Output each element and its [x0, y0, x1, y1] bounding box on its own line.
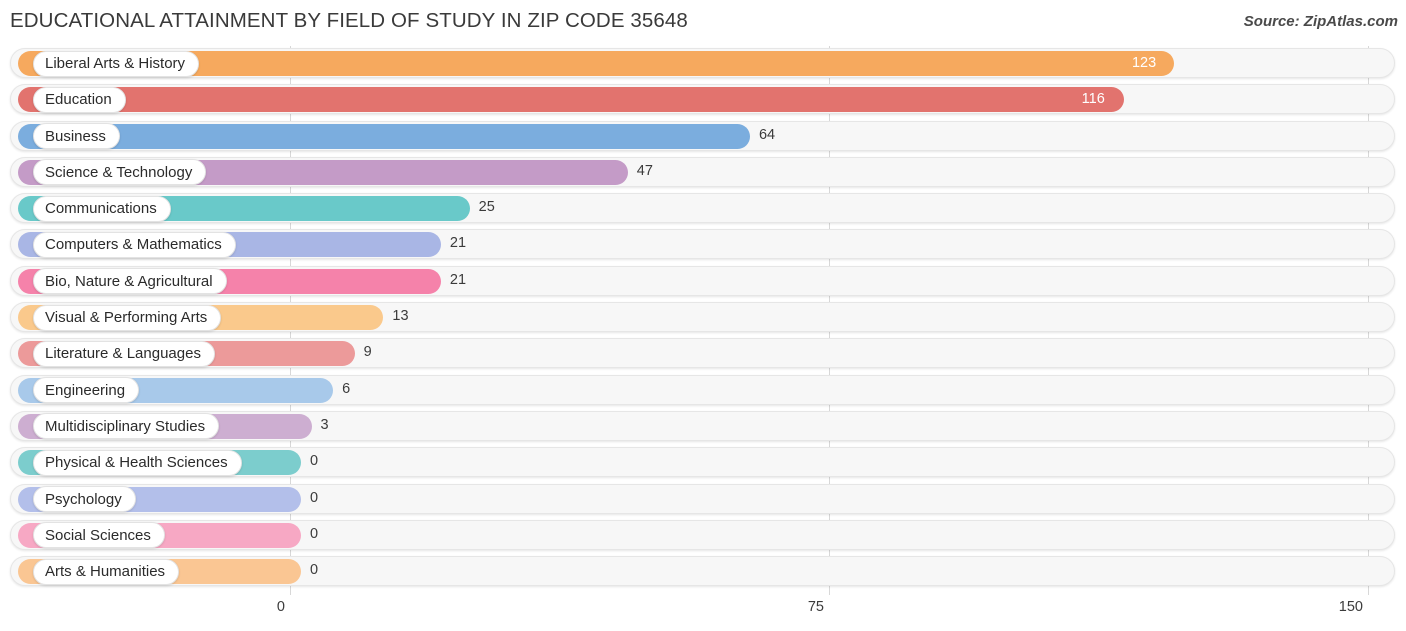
table-row[interactable]: Science & Technology 47 [0, 155, 1406, 191]
category-label-pill[interactable]: Physical & Health Sciences [33, 449, 242, 476]
category-label-pill[interactable]: Computers & Mathematics [33, 231, 236, 258]
chart-plot-area: Liberal Arts & History 123 Education 116 Bus… [0, 46, 1406, 595]
value-label: 3 [320, 416, 329, 433]
category-label: Visual & Performing Arts [45, 309, 208, 327]
category-label-pill[interactable]: Bio, Nature & Agricultural [33, 268, 227, 295]
category-label-pill[interactable]: Visual & Performing Arts [33, 304, 222, 331]
category-label: Engineering [45, 381, 126, 399]
value-label: 25 [478, 199, 495, 216]
category-label-pill[interactable]: Psychology [33, 486, 136, 513]
page-title: EDUCATIONAL ATTAINMENT BY FIELD OF STUDY… [10, 9, 688, 32]
category-label: Education [45, 91, 112, 109]
category-label: Business [45, 127, 106, 145]
table-row[interactable]: Visual & Performing Arts 13 [0, 300, 1406, 336]
category-label: Literature & Languages [45, 345, 201, 363]
table-row[interactable]: Bio, Nature & Agricultural 21 [0, 264, 1406, 300]
category-label: Science & Technology [45, 163, 193, 181]
category-label-pill[interactable]: Communications [33, 195, 171, 222]
category-label-pill[interactable]: Engineering [33, 377, 140, 404]
bar-rows: Liberal Arts & History 123 Education 116 Bus… [0, 46, 1406, 590]
category-label-pill[interactable]: Education [33, 86, 126, 113]
table-row[interactable]: Computers & Mathematics 21 [0, 227, 1406, 263]
value-label: 21 [449, 235, 467, 252]
category-label: Bio, Nature & Agricultural [45, 272, 213, 290]
value-label: 0 [310, 562, 319, 579]
table-row[interactable]: Engineering 6 [0, 373, 1406, 409]
source-attribution: Source: ZipAtlas.com [1243, 13, 1398, 30]
table-row[interactable]: Multidisciplinary Studies 3 [0, 409, 1406, 445]
category-label: Psychology [45, 490, 122, 508]
value-label: 9 [363, 344, 372, 361]
category-label-pill[interactable]: Business [33, 123, 120, 150]
category-label: Physical & Health Sciences [45, 454, 228, 472]
chart-header: EDUCATIONAL ATTAINMENT BY FIELD OF STUDY… [0, 0, 1406, 44]
value-label: 116 [1081, 90, 1105, 107]
category-label: Liberal Arts & History [45, 55, 186, 72]
value-label: 6 [342, 380, 351, 397]
value-bar[interactable] [18, 87, 1124, 113]
x-axis-tick-label: 0 [276, 599, 285, 615]
chart-page: EDUCATIONAL ATTAINMENT BY FIELD OF STUDY… [0, 0, 1406, 631]
category-label-pill[interactable]: Multidisciplinary Studies [33, 413, 220, 440]
category-label-pill[interactable]: Literature & Languages [33, 340, 215, 367]
category-label-pill[interactable]: Arts & Humanities [33, 558, 180, 585]
category-label-pill[interactable]: Social Sciences [33, 522, 165, 549]
table-row[interactable]: Literature & Languages 9 [0, 336, 1406, 372]
category-label: Social Sciences [45, 526, 151, 544]
table-row[interactable]: Physical & Health Sciences 0 [0, 445, 1406, 481]
value-label: 0 [310, 525, 319, 542]
table-row[interactable]: Psychology 0 [0, 482, 1406, 518]
x-axis-tick-label: 75 [807, 599, 824, 615]
value-label: 0 [310, 453, 319, 470]
value-bar[interactable] [18, 123, 750, 149]
category-label: Computers & Mathematics [45, 236, 222, 254]
category-label: Communications [45, 200, 157, 218]
table-row[interactable]: Education 116 [0, 82, 1406, 118]
table-row[interactable]: Liberal Arts & History 123 [0, 46, 1406, 82]
table-row[interactable]: Arts & Humanities 0 [0, 554, 1406, 590]
category-label-pill[interactable]: Liberal Arts & History [33, 50, 200, 77]
value-label: 47 [636, 162, 653, 179]
table-row[interactable]: Business 64 [0, 119, 1406, 155]
x-axis-tick-label: 150 [1338, 599, 1363, 615]
category-label: Arts & Humanities [45, 563, 166, 581]
value-label: 0 [310, 489, 319, 506]
value-label: 123 [1131, 54, 1157, 71]
value-label: 13 [392, 308, 409, 325]
category-label-pill[interactable]: Science & Technology [33, 159, 207, 186]
table-row[interactable]: Social Sciences 0 [0, 518, 1406, 554]
x-axis: 0 75 150 [0, 595, 1406, 631]
table-row[interactable]: Communications 25 [0, 191, 1406, 227]
value-label: 21 [449, 271, 467, 288]
value-label: 64 [758, 126, 776, 143]
category-label: Multidisciplinary Studies [45, 417, 206, 435]
